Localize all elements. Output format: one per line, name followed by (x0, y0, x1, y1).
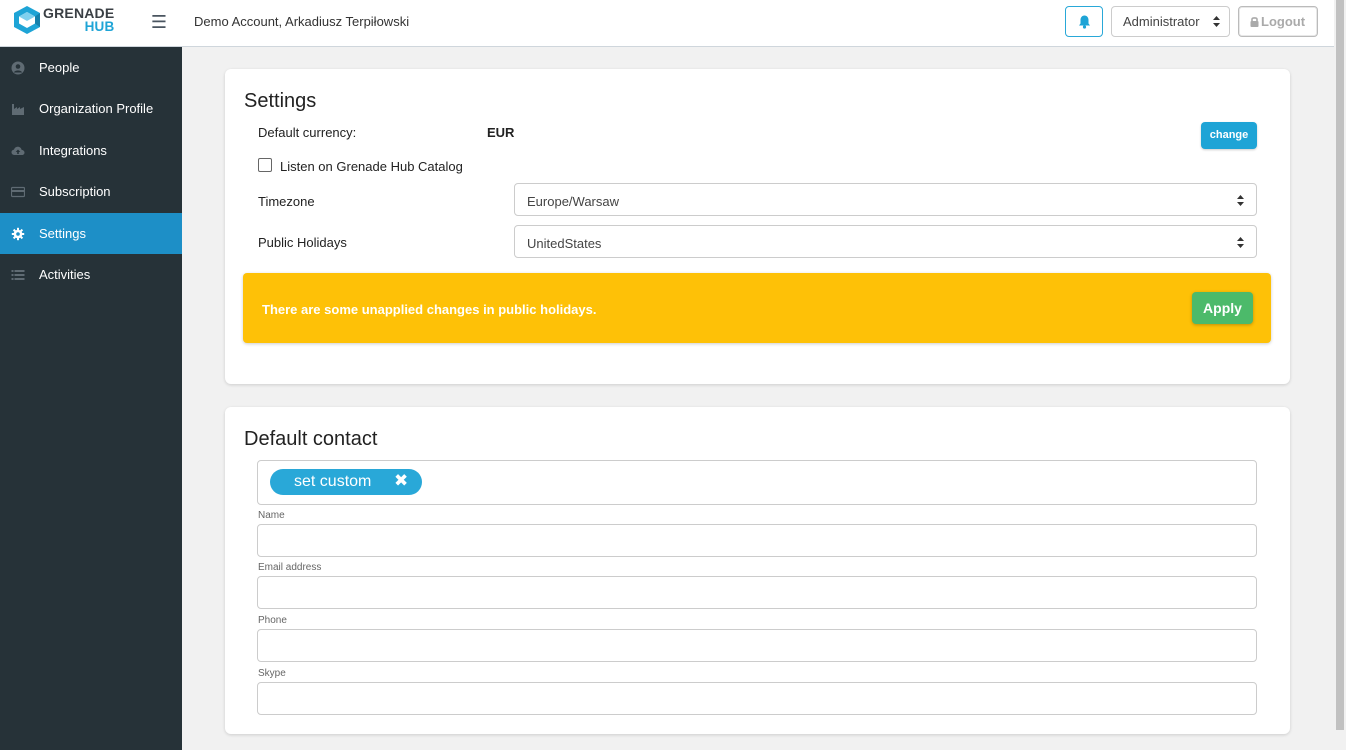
logout-button[interactable]: Logout (1238, 6, 1318, 37)
cloud-upload-icon (11, 146, 25, 155)
public-holidays-label: Public Holidays (258, 235, 347, 250)
bell-icon (1079, 15, 1090, 29)
listen-catalog-checkbox[interactable] (258, 158, 272, 172)
menu-toggle-icon[interactable]: ☰ (150, 12, 168, 32)
default-currency-value: EUR (487, 125, 515, 140)
sidebar-item-settings[interactable]: Settings (0, 212, 182, 254)
sort-arrows-icon (1237, 237, 1244, 248)
timezone-label: Timezone (258, 194, 315, 209)
lock-icon (1250, 17, 1259, 27)
sidebar-item-label: Settings (39, 225, 86, 241)
sidebar-item-people[interactable]: People (0, 47, 182, 88)
account-name: Demo Account, Arkadiusz Terpiłowski (194, 14, 410, 29)
email-input[interactable] (257, 576, 1257, 609)
list-icon (11, 269, 25, 280)
default-contact-card: Default contact set custom ✖ Name Email … (225, 407, 1290, 734)
logo-text: GRENADE HUB (43, 6, 115, 34)
close-icon[interactable]: ✖ (394, 471, 408, 491)
sidebar-item-label: Activities (39, 266, 91, 282)
default-contact-title: Default contact (244, 428, 378, 450)
logo-line2: HUB (84, 19, 115, 34)
sidebar: People Organization Profile Integrations… (0, 47, 182, 750)
unapplied-changes-text: There are some unapplied changes in publ… (262, 302, 597, 317)
set-custom-tag-label: set custom (294, 473, 372, 490)
sidebar-item-organization-profile[interactable]: Organization Profile (0, 88, 182, 129)
timezone-select[interactable]: Europe/Warsaw (514, 183, 1257, 216)
listen-catalog-label: Listen on Grenade Hub Catalog (280, 159, 463, 174)
sidebar-item-label: Organization Profile (39, 101, 154, 117)
sidebar-item-activities[interactable]: Activities (0, 254, 182, 295)
page-scrollbar[interactable] (1334, 0, 1346, 750)
sort-arrows-icon (1237, 195, 1244, 206)
sort-arrows-icon (1213, 16, 1220, 27)
default-currency-label: Default currency: (258, 125, 357, 140)
set-custom-tag[interactable]: set custom ✖ (270, 469, 422, 495)
hexagon-logo-icon (14, 6, 40, 34)
phone-input[interactable] (257, 629, 1257, 662)
role-select[interactable]: Administrator (1111, 6, 1230, 37)
skype-input[interactable] (257, 682, 1257, 715)
public-holidays-select-value: UnitedStates (527, 236, 602, 251)
gear-icon (11, 227, 25, 240)
skype-label: Skype (258, 668, 286, 679)
phone-label: Phone (258, 615, 287, 626)
sidebar-item-label: People (39, 60, 80, 75)
settings-card: Settings Default currency: EUR change Li… (225, 69, 1290, 384)
unapplied-changes-alert: There are some unapplied changes in publ… (243, 273, 1271, 343)
apply-button[interactable]: Apply (1192, 292, 1253, 324)
contact-tag-input[interactable]: set custom ✖ (257, 460, 1257, 505)
sidebar-item-subscription[interactable]: Subscription (0, 171, 182, 212)
sidebar-item-integrations[interactable]: Integrations (0, 130, 182, 171)
notifications-button[interactable] (1065, 6, 1103, 37)
logout-label: Logout (1261, 14, 1306, 29)
scrollbar-thumb[interactable] (1336, 0, 1344, 730)
settings-title: Settings (244, 90, 317, 112)
email-label: Email address (258, 562, 322, 573)
top-bar: GRENADE HUB ☰ Demo Account, Arkadiusz Te… (0, 0, 1334, 47)
name-input[interactable] (257, 524, 1257, 557)
credit-card-icon (11, 187, 25, 198)
name-label: Name (258, 510, 285, 521)
public-holidays-select[interactable]: UnitedStates (514, 225, 1257, 258)
role-select-value: Administrator (1123, 14, 1200, 29)
change-currency-button[interactable]: change (1201, 122, 1257, 149)
user-circle-icon (11, 61, 25, 75)
sidebar-item-label: Subscription (39, 184, 111, 200)
timezone-select-value: Europe/Warsaw (527, 194, 619, 209)
grenade-hub-logo[interactable]: GRENADE HUB (13, 5, 123, 39)
sidebar-item-label: Integrations (39, 142, 107, 158)
factory-icon (12, 104, 24, 116)
